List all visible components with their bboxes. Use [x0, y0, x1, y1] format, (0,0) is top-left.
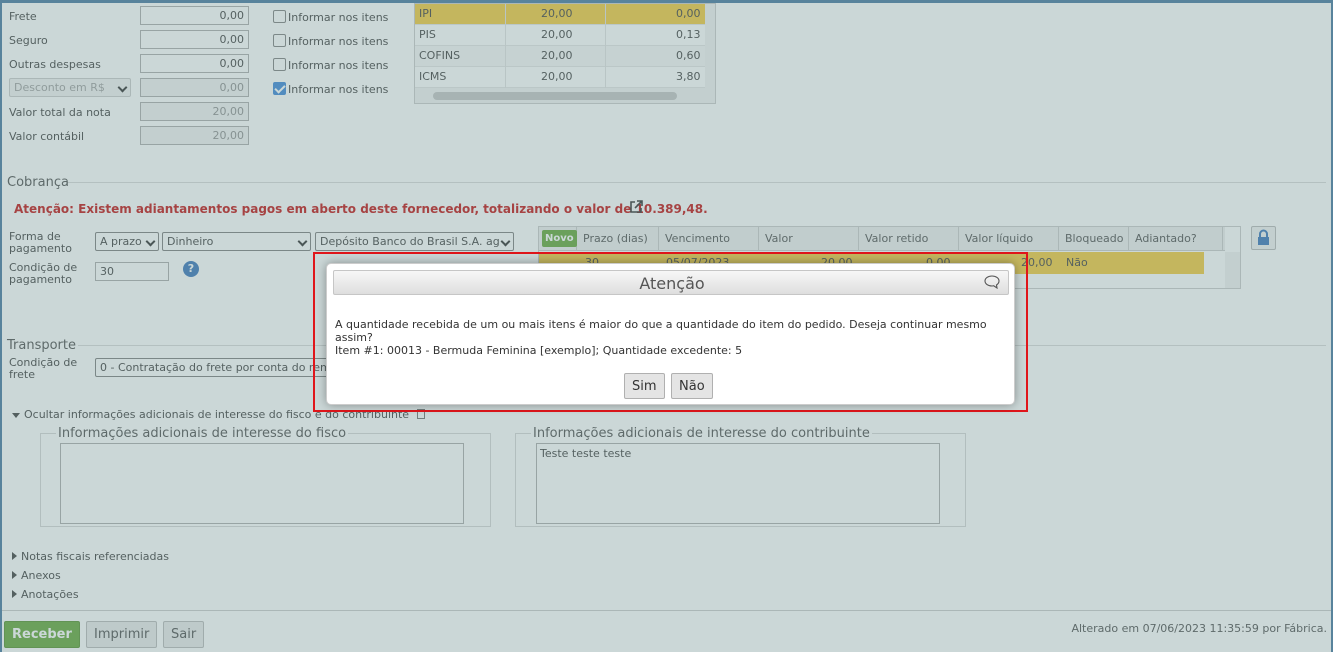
dialog-header: Atenção [333, 270, 1009, 295]
dialog-message-text: A quantidade recebida de um ou mais iten… [335, 318, 987, 344]
yes-button[interactable]: Sim [624, 373, 665, 399]
comment-icon[interactable] [984, 275, 1000, 290]
confirm-dialog: Atenção A quantidade recebida de um ou m… [326, 263, 1015, 405]
dialog-title: Atenção [639, 274, 705, 293]
no-button[interactable]: Não [671, 373, 713, 399]
dialog-message: A quantidade recebida de um ou mais iten… [335, 318, 995, 357]
dialog-detail-text: Item #1: 00013 - Bermuda Feminina [exemp… [335, 344, 743, 357]
